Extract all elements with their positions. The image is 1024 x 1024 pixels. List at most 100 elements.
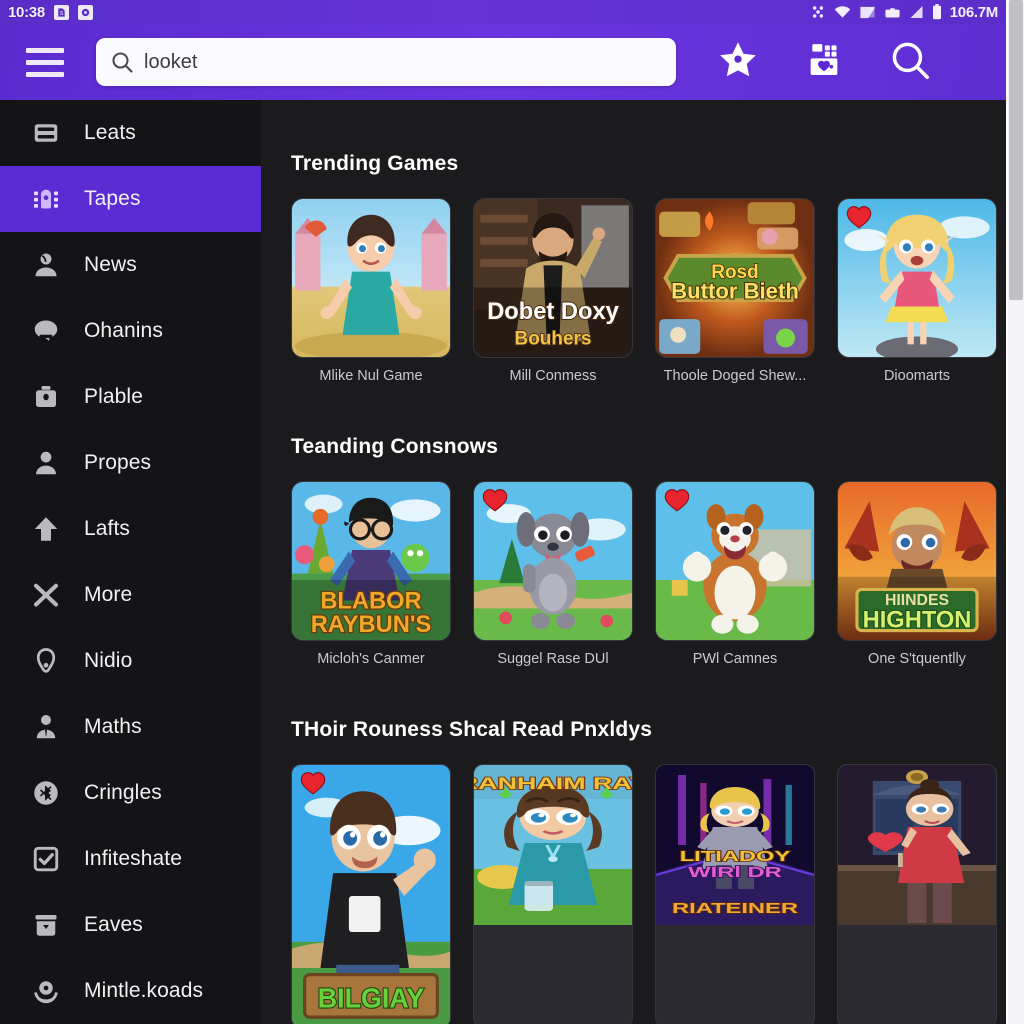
apps-grid-button[interactable] <box>802 40 846 84</box>
person-news-icon <box>30 249 62 281</box>
heart-icon[interactable] <box>300 771 326 795</box>
sidebar-item-more[interactable]: More <box>0 562 261 628</box>
sidebar: Leats Tapes News Ohanins Plable Propes Lafts Mo… <box>0 100 261 1024</box>
search-icon <box>888 38 932 87</box>
sidebar-item-label: Leats <box>84 121 136 144</box>
chat-bubble-icon <box>30 315 62 347</box>
person-tie-icon <box>30 711 62 743</box>
game-thumbnail[interactable] <box>837 198 997 358</box>
search-icon <box>110 50 134 74</box>
heart-icon[interactable] <box>846 205 872 229</box>
search-button[interactable] <box>888 40 932 84</box>
sidebar-item-lafts[interactable]: Lafts <box>0 496 261 562</box>
svg-text:BILGIAY: BILGIAY <box>318 982 424 1014</box>
sidebar-item-news[interactable]: News <box>0 232 261 298</box>
sidebar-item-label: Propes <box>84 451 152 474</box>
wifi-icon <box>834 5 851 19</box>
sidebar-item-maths[interactable]: Maths <box>0 694 261 760</box>
svg-text:Bouhers: Bouhers <box>515 328 592 349</box>
sidebar-item-ohanins[interactable]: Ohanins <box>0 298 261 364</box>
sidebar-item-plable[interactable]: Plable <box>0 364 261 430</box>
game-card[interactable]: RANHAIM RAY <box>473 764 633 1024</box>
section-2: Teanding Consnows BLABOR RAYBUN'S Micloh… <box>291 435 997 667</box>
game-thumbnail[interactable]: HIINDES HIGHTON <box>837 481 997 641</box>
sidebar-item-eaves[interactable]: Eaves <box>0 892 261 958</box>
game-caption: Thoole Doged Shew... <box>663 368 807 384</box>
tapes-icon <box>30 183 62 215</box>
sidebar-item-cringles[interactable]: Cringles <box>0 760 261 826</box>
sidebar-item-label: Ohanins <box>84 319 163 342</box>
svg-text:RAYBUN'S: RAYBUN'S <box>311 612 432 638</box>
thumbnail-artwork: RANHAIM RAY <box>474 765 632 1024</box>
status-bar-right: 106.7M <box>810 4 998 21</box>
game-thumbnail[interactable]: BILGIAY <box>291 764 451 1024</box>
favorites-star-button[interactable] <box>716 40 760 84</box>
sim-icon: S <box>53 4 69 20</box>
sidebar-item-label: Cringles <box>84 781 162 804</box>
sidebar-item-label: More <box>84 583 133 606</box>
app-root: 10:38 S 106.7M looket Leats Tapes News O… <box>0 0 1024 1024</box>
game-card[interactable] <box>837 764 997 1024</box>
sidebar-item-tapes[interactable]: Tapes <box>0 166 261 232</box>
svg-text:BLABOR: BLABOR <box>320 588 421 614</box>
game-thumbnail[interactable] <box>291 198 451 358</box>
headset-icon <box>30 645 62 677</box>
battery-icon <box>932 4 942 20</box>
game-card[interactable]: Mlike Nul Game <box>291 198 451 384</box>
game-card[interactable]: Rosd Buttor Bieth Thoole Doged Shew... <box>655 198 815 384</box>
hamburger-menu-icon[interactable] <box>26 47 90 77</box>
section-3: THoir Rouness Shcal Read Pnxldys BILGIAY <box>291 718 997 1024</box>
card-row: Mlike Nul Game Dobet Doxy Bouhers Mill C… <box>291 198 997 384</box>
game-card[interactable]: LITIADOY WIRl DR RIATEINER <box>655 764 815 1024</box>
sidebar-item-label: Eaves <box>84 913 143 936</box>
game-thumbnail[interactable]: LITIADOY WIRl DR RIATEINER <box>655 764 815 1024</box>
game-card[interactable]: HIINDES HIGHTON One S'tquentlly <box>837 481 997 667</box>
sidebar-item-nidio[interactable]: Nidio <box>0 628 261 694</box>
sidebar-item-propes[interactable]: Propes <box>0 430 261 496</box>
game-card[interactable]: BILGIAY <box>291 764 451 1024</box>
status-data-usage: 106.7M <box>949 3 999 21</box>
arrow-up-icon <box>30 513 62 545</box>
game-thumbnail[interactable] <box>655 481 815 641</box>
person-icon <box>30 447 62 479</box>
bluetooth-circle-icon <box>30 777 62 809</box>
game-card[interactable]: Dobet Doxy Bouhers Mill Conmess <box>473 198 633 384</box>
game-card[interactable]: Suggel Rase DUl <box>473 481 633 667</box>
section-title: Trending Games <box>291 152 459 175</box>
status-bar-left: 10:38 S <box>8 4 93 21</box>
svg-text:HIGHTON: HIGHTON <box>863 607 972 633</box>
sidebar-item-mintle-koads[interactable]: Mintle.koads <box>0 958 261 1024</box>
download-circle-icon <box>30 975 62 1007</box>
game-caption: Mill Conmess <box>509 368 597 384</box>
sidebar-item-infiteshate[interactable]: Infiteshate <box>0 826 261 892</box>
game-thumbnail[interactable]: RANHAIM RAY <box>473 764 633 1024</box>
sidebar-item-label: Maths <box>84 715 142 738</box>
briefcase-icon <box>884 6 901 19</box>
game-card[interactable]: BLABOR RAYBUN'S Micloh's Canmer <box>291 481 451 667</box>
game-card[interactable]: PWl Camnes <box>655 481 815 667</box>
game-thumbnail[interactable] <box>473 481 633 641</box>
section-title: THoir Rouness Shcal Read Pnxldys <box>291 718 653 741</box>
apps-dots-icon <box>810 4 826 20</box>
scrollbar-thumb[interactable] <box>1009 0 1023 300</box>
thumbnail-artwork: BILGIAY <box>292 765 450 1024</box>
page-scrollbar[interactable] <box>1008 0 1024 1024</box>
heart-icon[interactable] <box>664 488 690 512</box>
svg-text:Buttor Bieth: Buttor Bieth <box>671 279 799 304</box>
svg-text:LITIADOY: LITIADOY <box>680 848 791 865</box>
status-clock: 10:38 <box>8 3 45 21</box>
game-thumbnail[interactable]: Rosd Buttor Bieth <box>655 198 815 358</box>
game-thumbnail[interactable] <box>837 764 997 1024</box>
list-card-icon <box>30 117 62 149</box>
search-bar[interactable] <box>96 38 676 86</box>
search-input[interactable] <box>144 50 662 74</box>
game-thumbnail[interactable]: BLABOR RAYBUN'S <box>291 481 451 641</box>
game-caption: Suggel Rase DUl <box>497 651 609 667</box>
game-card[interactable]: Dioomarts <box>837 198 997 384</box>
game-caption: One S'tquentlly <box>868 651 966 667</box>
heart-icon[interactable] <box>482 488 508 512</box>
app-header <box>0 24 1008 100</box>
game-thumbnail[interactable]: Dobet Doxy Bouhers <box>473 198 633 358</box>
sidebar-item-leats[interactable]: Leats <box>0 100 261 166</box>
svg-text:RIATEINER: RIATEINER <box>672 900 798 917</box>
